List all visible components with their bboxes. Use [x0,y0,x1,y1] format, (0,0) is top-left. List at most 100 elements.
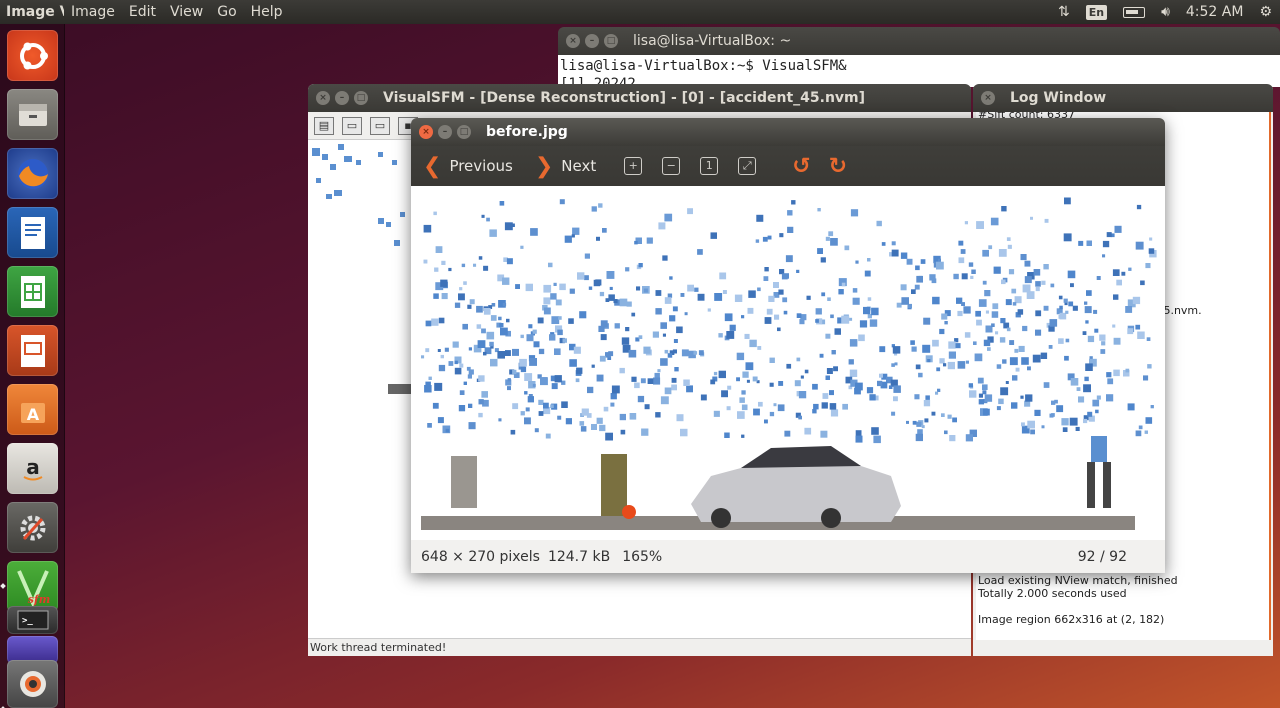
point-cloud-dot [995,331,999,335]
point-cloud-dot [974,353,983,362]
terminal-icon[interactable]: >_ [7,606,58,634]
close-icon[interactable]: × [419,125,433,139]
maximize-icon[interactable]: □ [354,91,368,105]
minimize-icon[interactable]: – [585,34,599,48]
point-cloud-dot [554,348,561,355]
point-cloud-dot [528,324,533,329]
point-cloud-dot [1096,276,1101,280]
minimize-icon[interactable]: – [335,91,349,105]
point-cloud-dot [591,424,597,430]
point-cloud-dot [676,326,683,334]
point-cloud-dot [673,339,678,343]
point-cloud-dot [694,287,699,292]
point-cloud-dot [1084,301,1088,305]
menu-edit[interactable]: Edit [122,4,163,20]
network-icon[interactable]: ⇅ [1058,4,1070,20]
battery-icon[interactable] [1123,6,1146,18]
point-cloud-dot [991,323,995,327]
writer-icon[interactable] [7,207,58,258]
point-cloud-dot [569,288,575,294]
point-cloud-dot [423,259,428,264]
point-cloud-dot [796,357,801,362]
ubuntu-dash-icon[interactable] [7,30,58,81]
point-cloud-dot [1082,331,1087,335]
point-cloud-dot [643,288,648,293]
visualsfm-icon[interactable]: sfm [7,561,58,612]
point-cloud-dot [973,341,977,345]
viewer-titlebar[interactable]: × – □ before.jpg [411,118,1165,146]
point-cloud-dot [641,428,649,436]
point-cloud-dot [924,418,929,423]
calc-icon[interactable] [7,266,58,317]
open-folder-icon[interactable]: ▭ [342,116,362,135]
terminal-output[interactable]: lisa@lisa-VirtualBox:~$ VisualSFM& [1] 2… [558,55,1280,87]
point-cloud-dot [855,435,863,443]
minimize-icon[interactable]: – [438,125,452,139]
terminal-titlebar[interactable]: × – □ lisa@lisa-VirtualBox: ~ [558,27,1280,55]
previous-button[interactable]: ❮ Previous [423,154,513,179]
point-cloud-dot [610,402,615,407]
add-images-icon[interactable]: ▭ [370,116,390,135]
zoom-out-icon[interactable]: − [662,157,681,175]
log-titlebar[interactable]: × Log Window [973,84,1273,112]
point-cloud-dot [965,360,969,364]
point-cloud-dot [467,304,472,309]
zoom-in-icon[interactable]: + [624,157,643,175]
menu-view[interactable]: View [163,4,210,20]
normal-size-icon[interactable]: 1 [700,157,719,175]
point-cloud-dot [478,256,483,260]
point-cloud-dot [565,418,572,425]
point-cloud-dot [549,334,556,341]
next-button[interactable]: ❯ Next [535,154,596,179]
point-cloud-dot [866,387,874,394]
point-cloud-dot [686,385,693,393]
point-cloud-dot [498,316,502,321]
point-cloud-dot [826,368,833,374]
point-cloud-dot [727,385,732,390]
point-cloud-dot [891,363,895,367]
point-cloud-dot [944,430,948,435]
amazon-icon[interactable]: a [7,443,58,494]
point-cloud-dot [481,328,486,334]
point-cloud-dot [978,299,987,307]
best-fit-icon[interactable]: ⤢ [738,157,757,175]
point-cloud-dot [1067,270,1076,279]
rotate-left-icon[interactable]: ↺ [792,154,810,179]
point-cloud-dot [1112,269,1120,276]
log-icon[interactable]: ▤ [314,116,334,135]
point-cloud-dot [1140,280,1145,286]
menu-go[interactable]: Go [210,4,243,20]
maximize-icon[interactable]: □ [457,125,471,139]
close-icon[interactable]: × [316,91,330,105]
system-settings-icon[interactable] [7,502,58,553]
terminal-window[interactable]: × – □ lisa@lisa-VirtualBox: ~ lisa@lisa-… [558,27,1280,87]
image-display[interactable] [411,186,1165,540]
point-cloud-dot [478,399,484,405]
maximize-icon[interactable]: □ [604,34,618,48]
gear-icon[interactable]: ⚙ [1259,4,1272,20]
close-icon[interactable]: × [566,34,580,48]
point-cloud-dot [557,329,563,336]
point-cloud-dot [613,299,618,304]
rotate-right-icon[interactable]: ↻ [829,154,847,179]
image-viewer-icon[interactable] [7,660,58,708]
impress-icon[interactable] [7,325,58,376]
point-cloud-dot [756,214,764,222]
point-cloud-dot [752,376,758,382]
menu-image[interactable]: Image [64,4,122,20]
point-cloud-dot [1035,287,1040,292]
visualsfm-titlebar[interactable]: × – □ VisualSFM - [Dense Reconstruction]… [308,84,971,112]
point-cloud-dot [530,228,538,236]
files-icon[interactable] [7,89,58,140]
firefox-icon[interactable] [7,148,58,199]
point-cloud-dot [433,293,439,299]
volume-icon[interactable]: 🔊︎ [1161,4,1170,20]
clock[interactable]: 4:52 AM [1186,4,1244,20]
point-cloud-dot [435,246,443,253]
keyboard-language-indicator[interactable]: En [1085,4,1108,20]
image-viewer-window[interactable]: × – □ before.jpg ❮ Previous ❯ Next + − 1… [411,118,1165,573]
menu-help[interactable]: Help [244,4,290,20]
close-icon[interactable]: × [981,91,995,105]
point-cloud-dot [490,358,498,367]
software-center-icon[interactable]: A [7,384,58,435]
